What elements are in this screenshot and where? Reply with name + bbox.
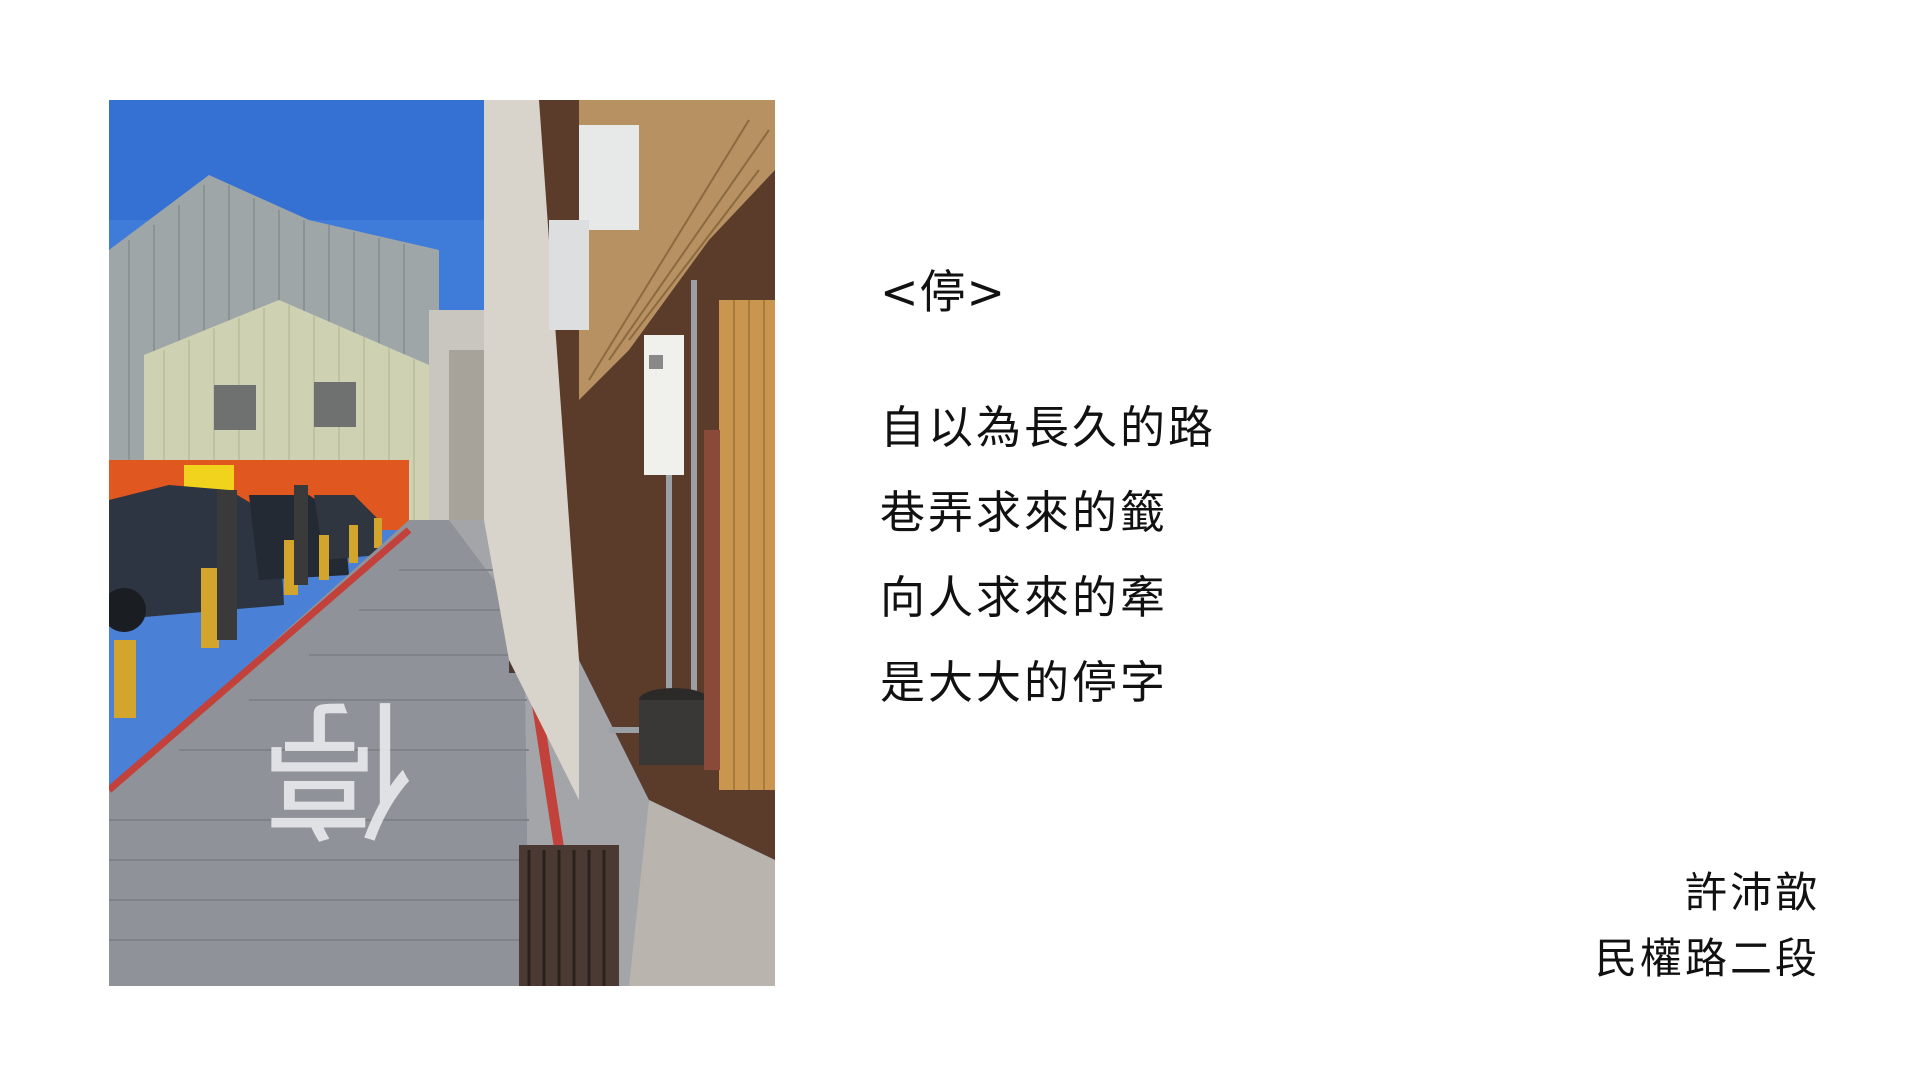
road-marking-stop: 停 <box>264 679 414 853</box>
poem-line: 是大大的停字 <box>880 656 1169 709</box>
street-photo: 停 <box>109 100 775 986</box>
poem-title: <停> <box>880 265 1007 319</box>
wooden-door <box>719 300 775 790</box>
poem-body: 自以為長久的路 巷弄求來的籤 向人求來的牽 是大大的停字 <box>880 385 1216 725</box>
metal-bucket <box>639 700 709 765</box>
poem-line: 巷弄求來的籤 <box>880 486 1169 539</box>
poem-line: 自以為長久的路 <box>880 401 1217 454</box>
poem-line: 向人求來的牽 <box>880 571 1169 624</box>
location-name: 民權路二段 <box>1594 934 1820 983</box>
credit-block: 許沛歆 民權路二段 <box>1595 860 1820 992</box>
author-name: 許沛歆 <box>1684 868 1820 917</box>
